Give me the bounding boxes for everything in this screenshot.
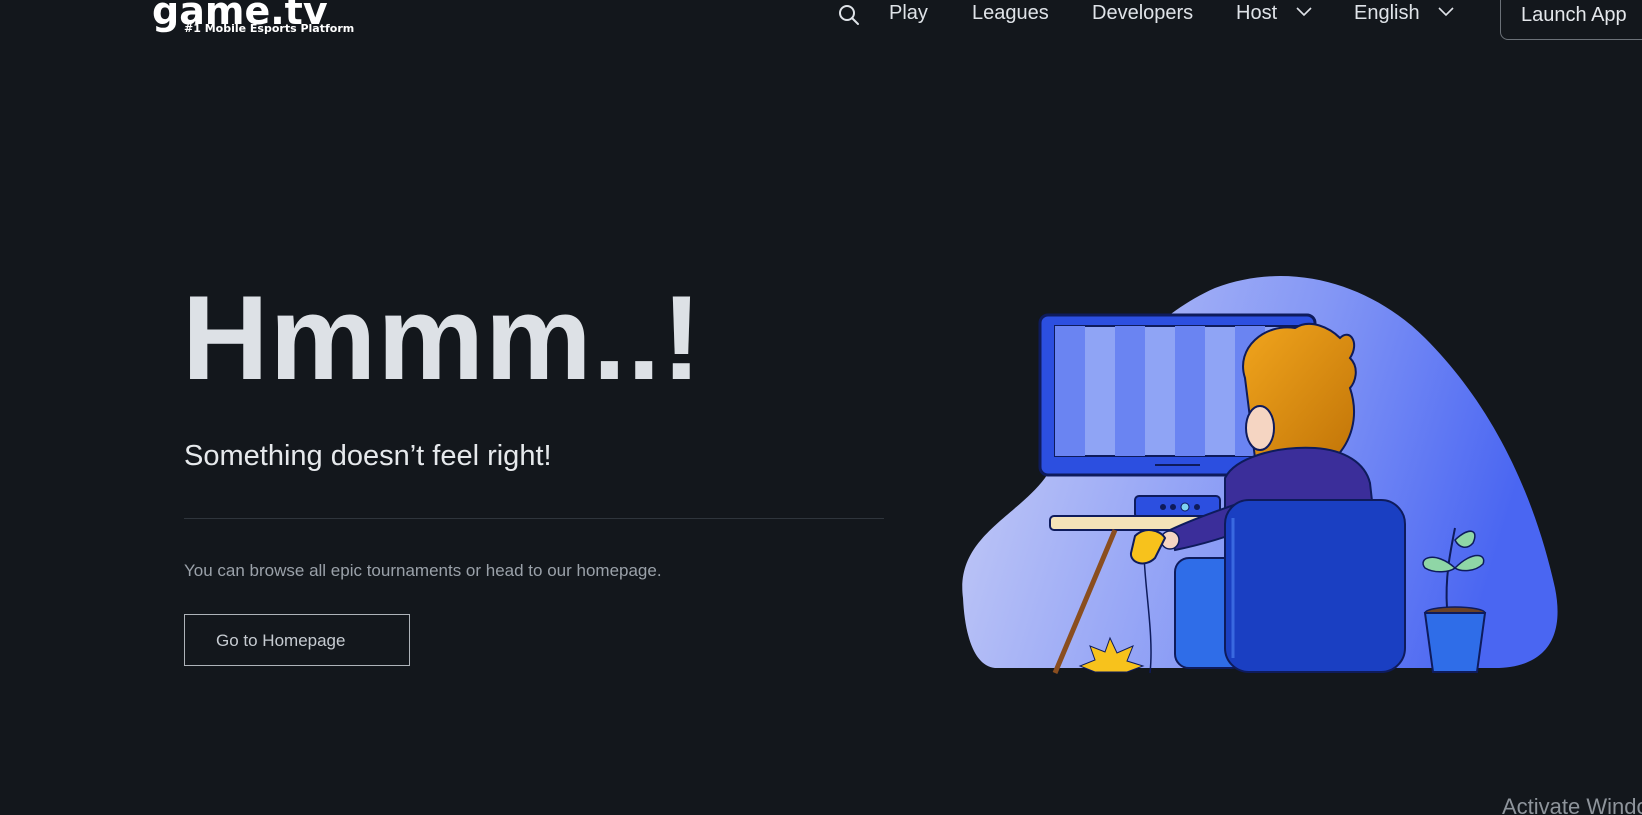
gametv-logo[interactable]: game.tv #1 Mobile Esports Platform <box>152 0 362 44</box>
logo-tagline: #1 Mobile Esports Platform <box>184 22 355 35</box>
page-description: You can browse all epic tournaments or h… <box>184 561 662 580</box>
gamer-at-computer-illustration <box>962 276 1558 674</box>
nav-language[interactable]: English <box>1354 2 1420 25</box>
page-title: Hmmm..! <box>182 271 703 405</box>
page-subtitle: Something doesn’t feel right! <box>184 440 552 472</box>
not-found-page: game.tv #1 Mobile Esports Platform Play … <box>0 0 1642 815</box>
os-activation-watermark: Activate Windows <box>1502 794 1642 815</box>
launch-app-button[interactable]: Launch App <box>1500 0 1642 40</box>
chevron-down-icon[interactable] <box>1438 7 1454 17</box>
search-icon[interactable] <box>838 4 860 26</box>
nav-play[interactable]: Play <box>889 2 928 25</box>
nav-leagues[interactable]: Leagues <box>972 2 1049 25</box>
chevron-down-icon[interactable] <box>1296 7 1312 17</box>
divider <box>184 518 884 519</box>
go-to-homepage-button[interactable]: Go to Homepage <box>184 614 410 666</box>
nav-host[interactable]: Host <box>1236 2 1277 25</box>
nav-developers[interactable]: Developers <box>1092 2 1193 25</box>
